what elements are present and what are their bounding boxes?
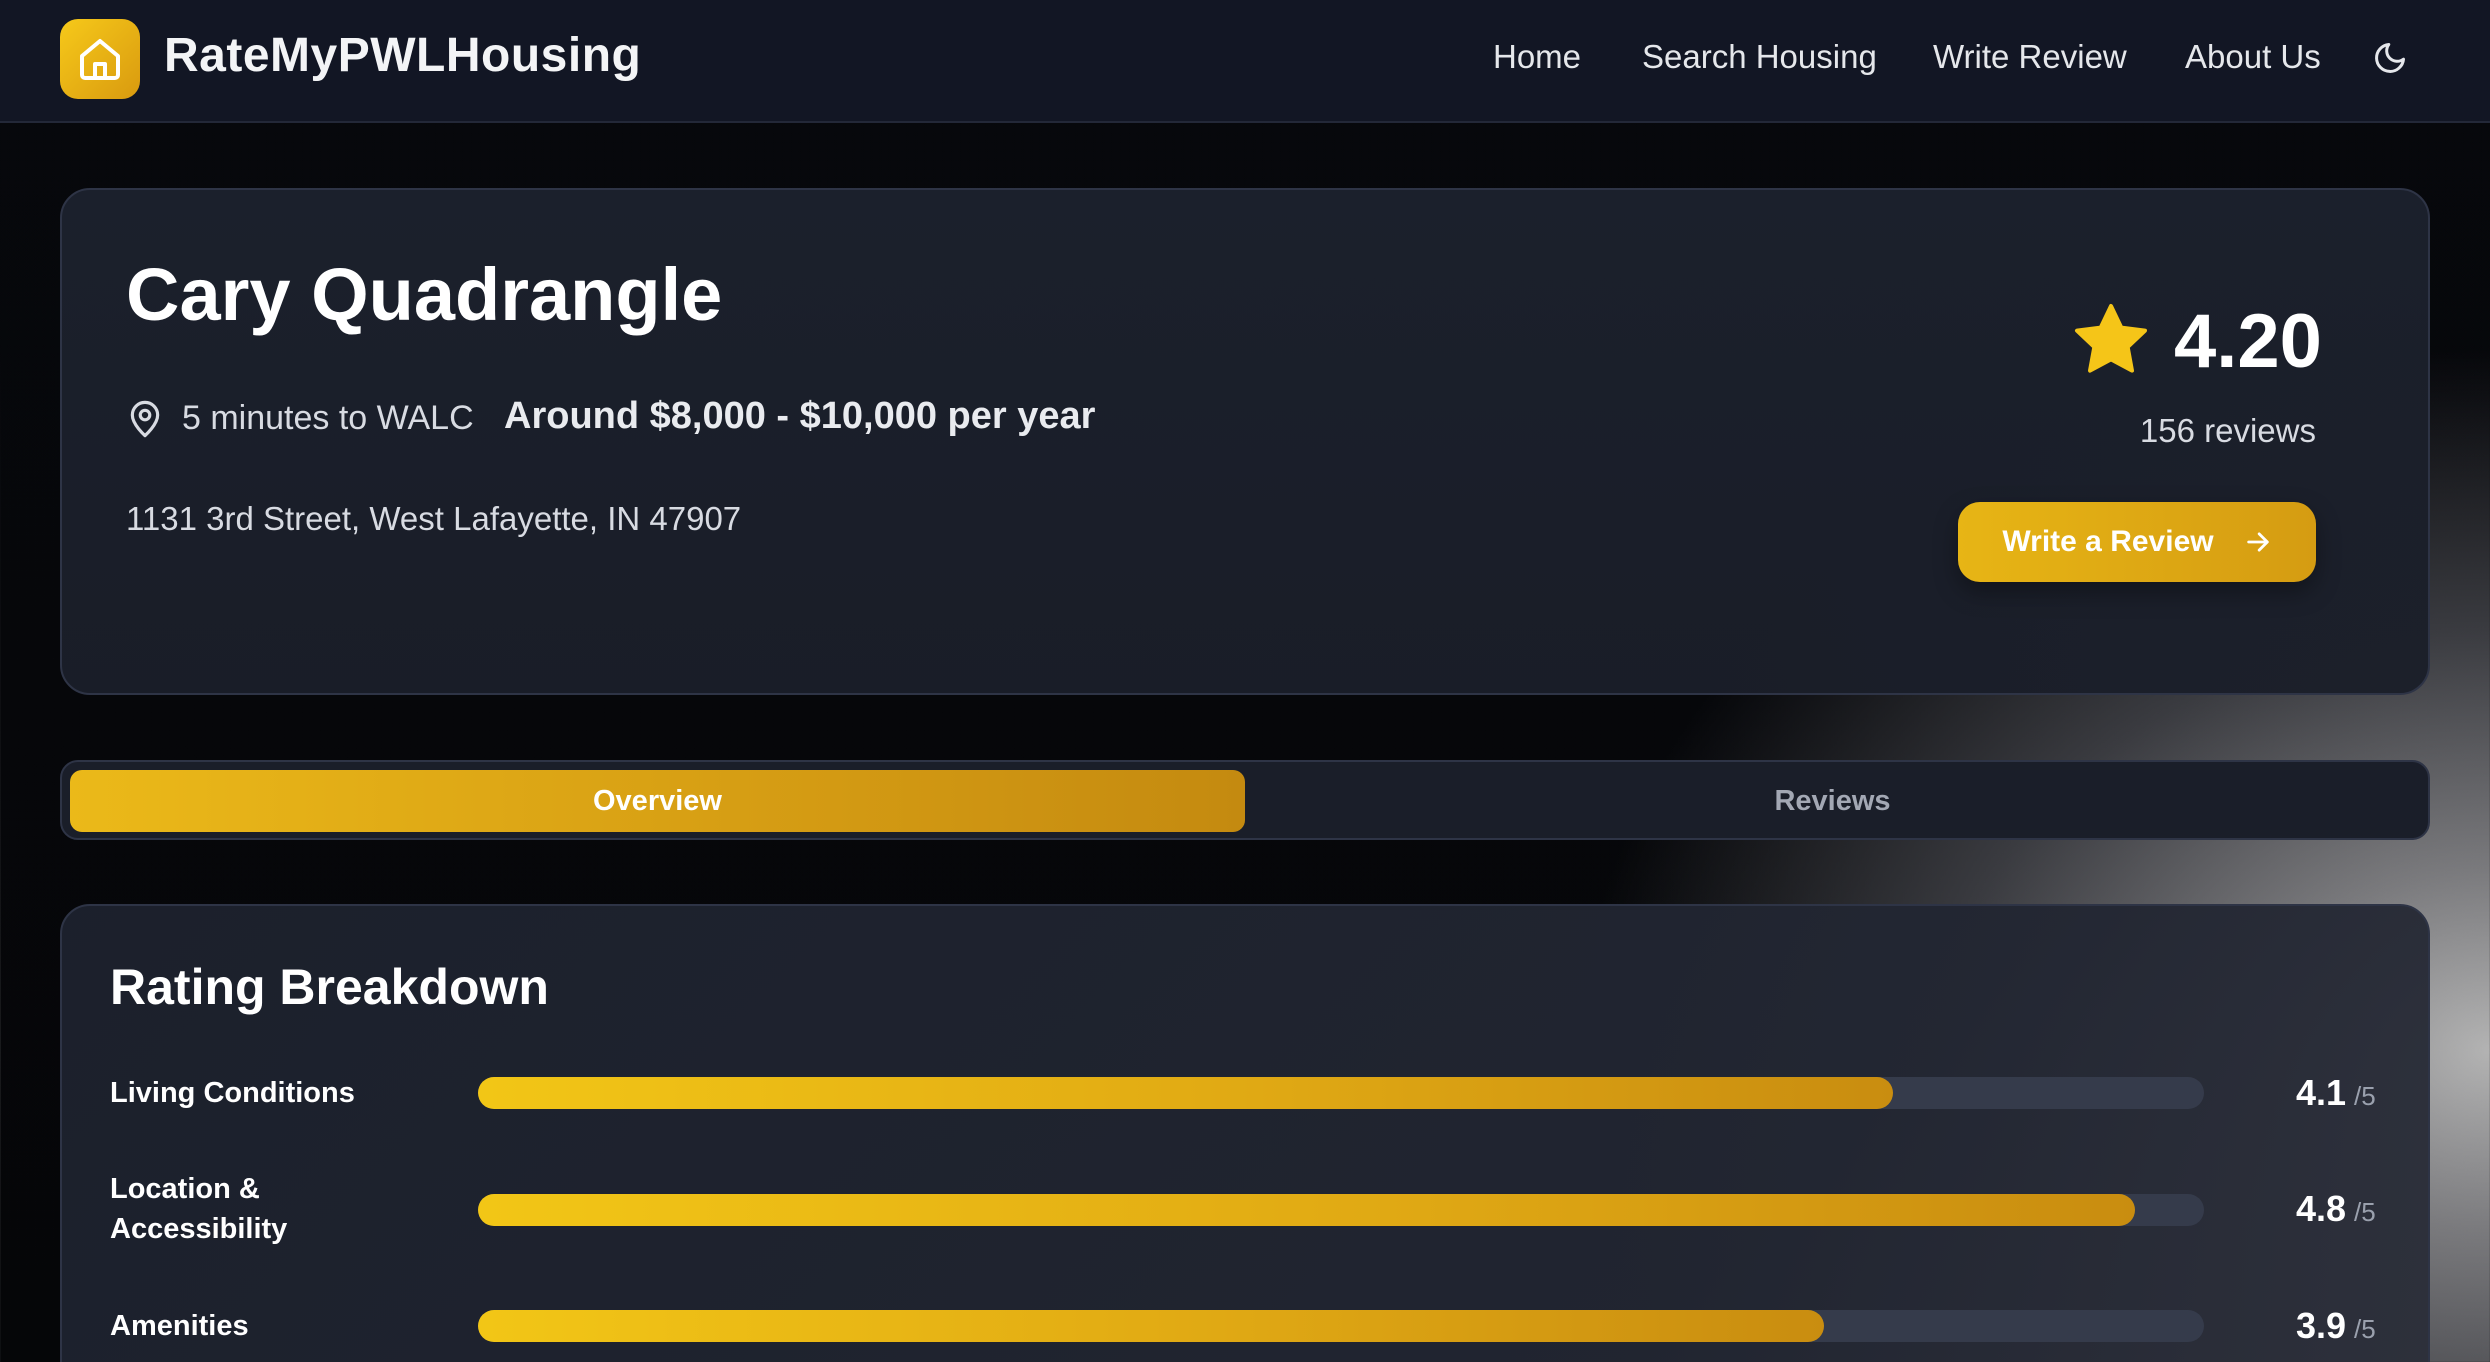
overall-rating: 4.20 — [2174, 299, 2322, 384]
arrow-right-icon — [2246, 532, 2269, 552]
price-range: Around $8,000 - $10,000 per year — [504, 395, 1096, 437]
score-max: /5 — [2354, 1197, 2376, 1227]
score-value: 4.1 — [2296, 1072, 2347, 1113]
rating-bar-track — [478, 1077, 2204, 1109]
tab-overview[interactable]: Overview — [70, 770, 1245, 832]
category-score: 4.8/5 — [2296, 1188, 2376, 1230]
property-name: Cary Quadrangle — [126, 253, 723, 336]
score-value: 3.9 — [2296, 1305, 2347, 1346]
score-max: /5 — [2354, 1314, 2376, 1344]
nav-search-housing[interactable]: Search Housing — [1642, 38, 1877, 76]
review-count: 156 reviews — [2139, 412, 2316, 449]
category-label: Living Conditions — [110, 1077, 355, 1109]
tab-reviews[interactable]: Reviews — [1245, 770, 2420, 832]
star-icon — [2075, 304, 2147, 373]
brand-name[interactable]: RateMyPWLHousing — [164, 28, 641, 83]
distance-text: 5 minutes to WALC — [182, 399, 474, 437]
navbar: RateMyPWLHousing Home Search Housing Wri… — [0, 0, 2490, 123]
write-review-label: Write a Review — [2002, 525, 2214, 558]
rating-bar-fill — [478, 1310, 1825, 1342]
address-text: 1131 3rd Street, West Lafayette, IN 4790… — [126, 500, 742, 537]
nav-home[interactable]: Home — [1493, 38, 1581, 76]
home-icon[interactable] — [60, 19, 140, 99]
rating-bar-fill — [478, 1077, 1894, 1109]
category-label: Amenities — [110, 1310, 249, 1342]
moon-icon[interactable] — [2372, 40, 2408, 76]
score-value: 4.8 — [2296, 1188, 2347, 1229]
nav-write-review[interactable]: Write Review — [1933, 38, 2127, 76]
tab-bar: Overview Reviews — [60, 760, 2430, 840]
rating-breakdown-title: Rating Breakdown — [110, 959, 549, 1015]
nav-about-us[interactable]: About Us — [2185, 38, 2321, 76]
score-max: /5 — [2354, 1081, 2376, 1111]
map-pin-icon — [130, 400, 160, 438]
rating-bar-track — [478, 1194, 2204, 1226]
rating-bar-track — [478, 1310, 2204, 1342]
write-review-button[interactable]: Write a Review — [1958, 502, 2316, 582]
category-score: 3.9/5 — [2296, 1305, 2376, 1347]
category-label: Location & Accessibility — [110, 1173, 288, 1245]
category-score: 4.1/5 — [2296, 1072, 2376, 1114]
rating-bar-fill — [478, 1194, 2135, 1226]
